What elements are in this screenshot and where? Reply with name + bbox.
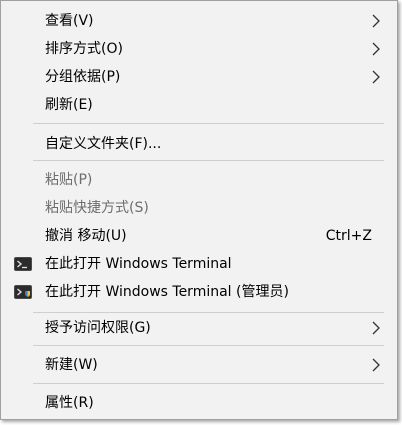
chevron-right-icon <box>372 42 380 56</box>
menu-item-refresh[interactable]: 刷新(E) <box>2 91 396 119</box>
menu-item-label: 粘贴(P) <box>45 172 93 188</box>
menu-item-new[interactable]: 新建(W) <box>2 351 396 379</box>
menu-item-label: 粘贴快捷方式(S) <box>45 200 149 216</box>
menu-item-label: 刷新(E) <box>45 97 93 113</box>
menu-item-label: 属性(R) <box>45 395 94 411</box>
menu-separator <box>33 160 384 161</box>
windows-terminal-icon <box>14 257 32 271</box>
menu-item-view[interactable]: 查看(V) <box>2 7 396 35</box>
menu-item-label: 在此打开 Windows Terminal <box>45 256 232 272</box>
menu-item-paste-shortcut: 粘贴快捷方式(S) <box>2 194 396 222</box>
chevron-right-icon <box>372 70 380 84</box>
chevron-right-icon <box>372 14 380 28</box>
menu-item-shortcut: Ctrl+Z <box>325 228 372 244</box>
menu-item-paste: 粘贴(P) <box>2 166 396 194</box>
menu-item-group-by[interactable]: 分组依据(P) <box>2 63 396 91</box>
menu-item-undo-move[interactable]: 撤消 移动(U) Ctrl+Z <box>2 222 396 250</box>
menu-item-customize-folder[interactable]: 自定义文件夹(F)... <box>2 130 396 158</box>
menu-item-properties[interactable]: 属性(R) <box>2 389 396 417</box>
menu-item-open-terminal-admin[interactable]: 在此打开 Windows Terminal (管理员) <box>2 278 396 306</box>
menu-item-label: 授予访问权限(G) <box>45 320 151 336</box>
menu-separator <box>33 345 384 346</box>
menu-item-sort-by[interactable]: 排序方式(O) <box>2 35 396 63</box>
menu-item-label: 撤消 移动(U) <box>45 228 127 244</box>
menu-item-label: 排序方式(O) <box>45 41 123 57</box>
menu-separator <box>33 123 384 124</box>
menu-item-label: 自定义文件夹(F)... <box>45 136 162 152</box>
menu-item-label: 查看(V) <box>45 13 94 29</box>
menu-item-label: 在此打开 Windows Terminal (管理员) <box>45 284 289 300</box>
chevron-right-icon <box>372 321 380 335</box>
context-menu: 查看(V) 排序方式(O) 分组依据(P) 刷新(E) 自定义文件夹(F)...… <box>0 0 398 420</box>
menu-separator <box>33 312 384 313</box>
menu-separator <box>33 383 384 384</box>
menu-item-open-terminal[interactable]: 在此打开 Windows Terminal <box>2 250 396 278</box>
menu-item-give-access[interactable]: 授予访问权限(G) <box>2 314 396 342</box>
menu-item-label: 新建(W) <box>45 357 98 373</box>
menu-item-label: 分组依据(P) <box>45 69 121 85</box>
windows-terminal-admin-icon <box>14 285 32 299</box>
chevron-right-icon <box>372 358 380 372</box>
